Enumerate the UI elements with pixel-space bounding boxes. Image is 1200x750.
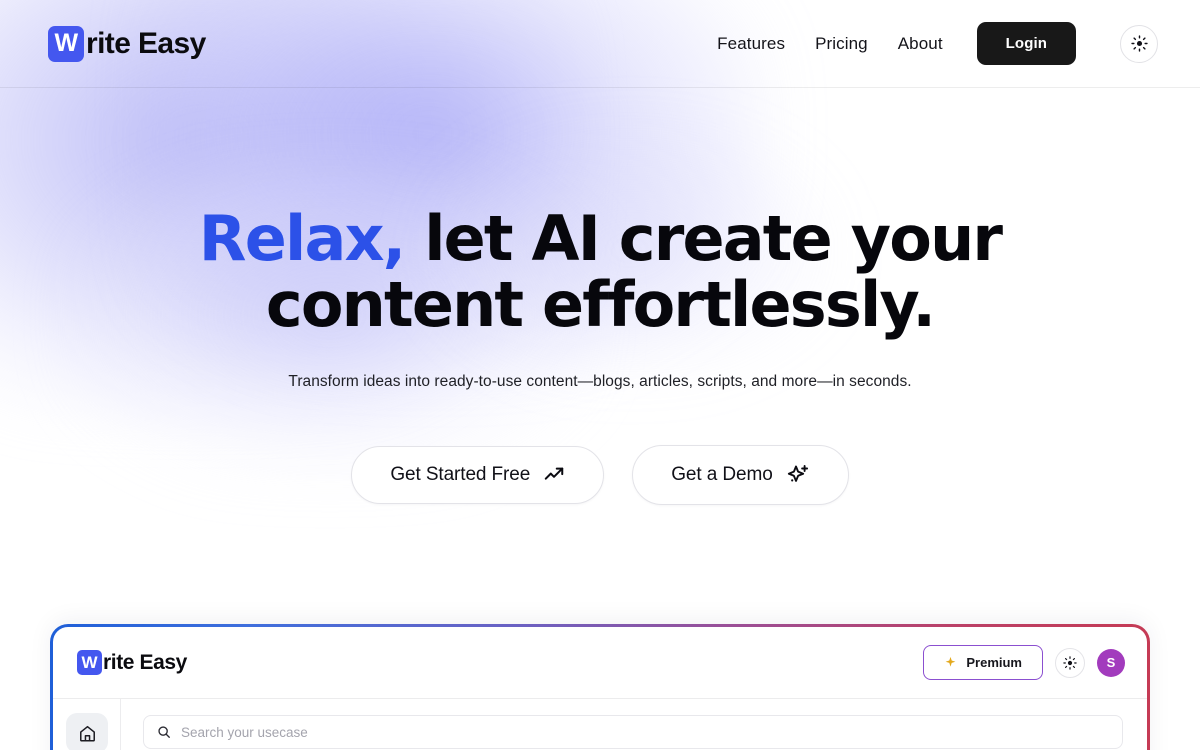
trending-up-icon: [543, 464, 565, 486]
nav-item-features[interactable]: Features: [717, 34, 785, 54]
brand-logo[interactable]: W rite Easy: [48, 25, 206, 62]
hero-cta-row: Get Started Free Get a Demo: [0, 444, 1200, 505]
home-icon: [78, 724, 97, 743]
sidebar-item-home[interactable]: [66, 713, 108, 750]
app-body: [53, 699, 1147, 750]
brand-logo-badge: W: [48, 25, 84, 62]
theme-toggle-button[interactable]: [1120, 24, 1158, 63]
search-box[interactable]: [143, 715, 1123, 749]
app-sidebar: [53, 699, 121, 750]
hero-section: Relax, let AI create your content effort…: [0, 88, 1200, 505]
user-avatar[interactable]: S: [1097, 648, 1125, 677]
site-header: W rite Easy Features Pricing About Login: [0, 0, 1200, 88]
hero-subtitle: Transform ideas into ready-to-use conten…: [288, 372, 912, 390]
sun-icon: [1063, 655, 1077, 670]
app-brand-logo-text: rite Easy: [103, 650, 187, 674]
app-preview-inner: W rite Easy Premium S Search your usecas…: [53, 627, 1147, 750]
app-preview-panel: W rite Easy Premium S Search your usecas…: [50, 624, 1150, 750]
sparkle-icon: [786, 463, 810, 487]
app-theme-toggle-button[interactable]: [1055, 647, 1085, 678]
get-a-demo-label: Get a Demo: [671, 463, 773, 485]
sun-icon: [1130, 35, 1148, 52]
app-main-content: [121, 699, 1147, 750]
sidebar-divider: [120, 699, 121, 750]
search-input[interactable]: [181, 724, 1109, 740]
nav-item-about[interactable]: About: [898, 34, 943, 54]
get-started-free-label: Get Started Free: [390, 463, 531, 485]
get-started-free-button[interactable]: Get Started Free: [351, 445, 605, 504]
app-topbar: W rite Easy Premium S: [53, 627, 1147, 699]
app-brand-logo[interactable]: W rite Easy: [77, 650, 187, 675]
headline-accent: Relax,: [198, 202, 406, 275]
app-brand-logo-badge: W: [77, 650, 102, 675]
search-icon: [157, 725, 171, 739]
brand-logo-text: rite Easy: [86, 26, 206, 60]
page-title: Relax, let AI create your content effort…: [160, 205, 1040, 339]
sparkle-icon: [944, 656, 957, 669]
app-topbar-actions: Premium S: [923, 645, 1125, 680]
premium-label: Premium: [966, 655, 1022, 670]
get-a-demo-button[interactable]: Get a Demo: [632, 444, 849, 505]
nav-item-pricing[interactable]: Pricing: [815, 34, 868, 54]
premium-button[interactable]: Premium: [923, 645, 1043, 680]
login-button[interactable]: Login: [976, 22, 1076, 65]
main-navigation: Features Pricing About Login: [717, 22, 1158, 65]
